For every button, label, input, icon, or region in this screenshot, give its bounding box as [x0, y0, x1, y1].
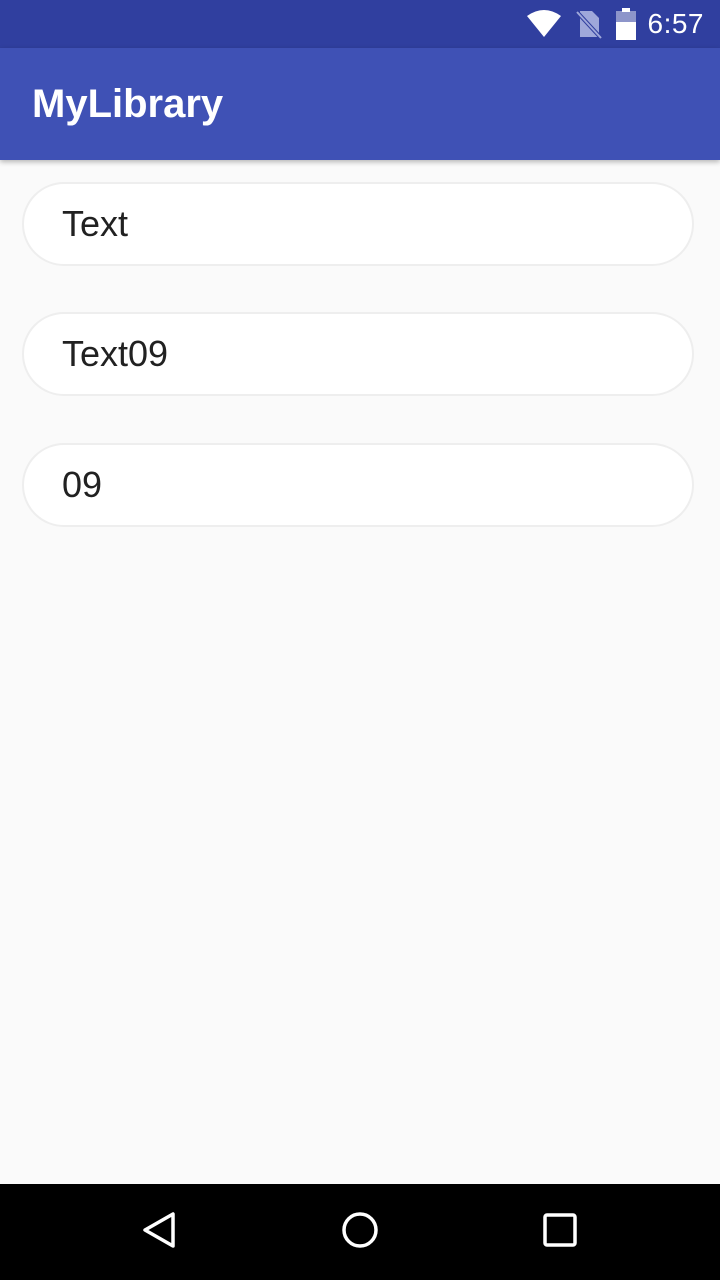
- list-item[interactable]: 09: [22, 443, 694, 527]
- recents-button[interactable]: [528, 1200, 592, 1264]
- recents-icon: [540, 1210, 580, 1255]
- status-time: 6:57: [647, 8, 704, 39]
- navigation-bar: [0, 1184, 720, 1280]
- wifi-icon: [526, 9, 562, 39]
- status-bar: 6:57: [0, 0, 720, 48]
- list-item[interactable]: Text09: [22, 312, 694, 396]
- app-title: MyLibrary: [32, 82, 224, 126]
- home-icon: [340, 1210, 380, 1255]
- screen: 6:57 MyLibrary Text Text09 09: [0, 0, 720, 1280]
- home-button[interactable]: [328, 1200, 392, 1264]
- app-bar: MyLibrary: [0, 48, 720, 160]
- back-button[interactable]: [128, 1200, 192, 1264]
- no-sim-icon: [575, 9, 602, 39]
- status-icons: 6:57: [526, 0, 705, 48]
- list-item-text: Text: [62, 203, 129, 244]
- battery-icon: [615, 8, 636, 40]
- list-item-text: 09: [62, 464, 103, 505]
- list-item[interactable]: Text: [22, 182, 694, 266]
- back-icon: [140, 1210, 180, 1255]
- list-item-text: Text09: [62, 333, 169, 374]
